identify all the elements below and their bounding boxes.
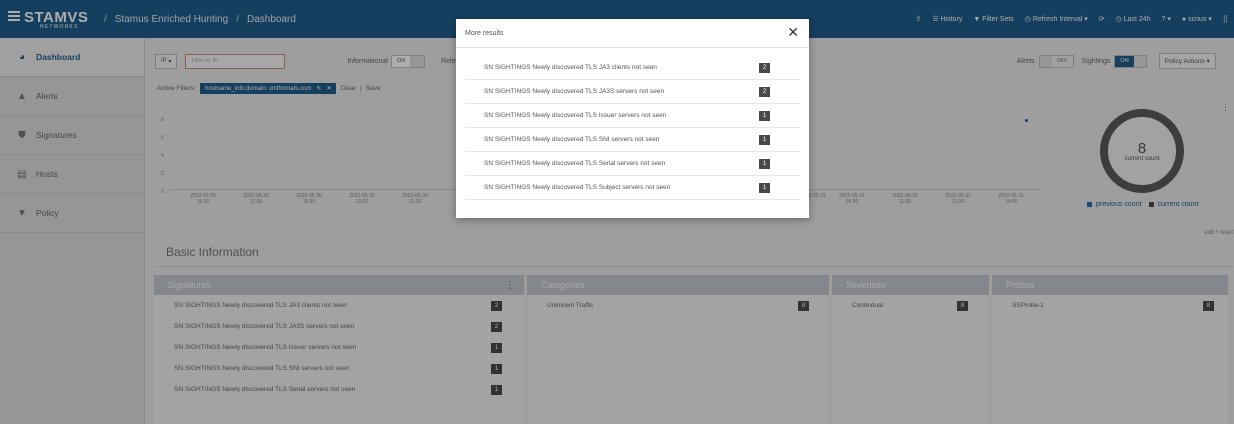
count-badge: 1 [759,182,770,193]
close-icon[interactable]: ✕ [787,24,799,41]
list-item[interactable]: SN SIGHTINGS Newly discovered TLS Subjec… [465,176,800,200]
modal-results-list: SN SIGHTINGS Newly discovered TLS JA3 cl… [456,48,809,200]
count-badge: 2 [759,86,770,97]
list-item-label: SN SIGHTINGS Newly discovered TLS Serial… [484,160,666,167]
list-item-label: SN SIGHTINGS Newly discovered TLS Issuer… [484,112,667,119]
list-item-label: SN SIGHTINGS Newly discovered TLS SNI se… [484,136,660,143]
list-item-label: SN SIGHTINGS Newly discovered TLS JA3 cl… [484,64,657,71]
list-item[interactable]: SN SIGHTINGS Newly discovered TLS SNI se… [465,128,800,152]
count-badge: 1 [759,110,770,121]
count-badge: 1 [759,134,770,145]
count-badge: 1 [759,158,770,169]
list-item[interactable]: SN SIGHTINGS Newly discovered TLS JA3S s… [465,80,800,104]
modal-title: More results [465,29,504,37]
list-item-label: SN SIGHTINGS Newly discovered TLS JA3S s… [484,88,665,95]
more-results-modal: More results ✕ SN SIGHTINGS Newly discov… [456,19,809,218]
modal-header: More results ✕ [456,19,809,48]
list-item[interactable]: SN SIGHTINGS Newly discovered TLS Serial… [465,152,800,176]
list-item-label: SN SIGHTINGS Newly discovered TLS Subjec… [484,184,671,191]
count-badge: 2 [759,62,770,73]
list-item[interactable]: SN SIGHTINGS Newly discovered TLS JA3 cl… [465,56,800,80]
list-item[interactable]: SN SIGHTINGS Newly discovered TLS Issuer… [465,104,800,128]
